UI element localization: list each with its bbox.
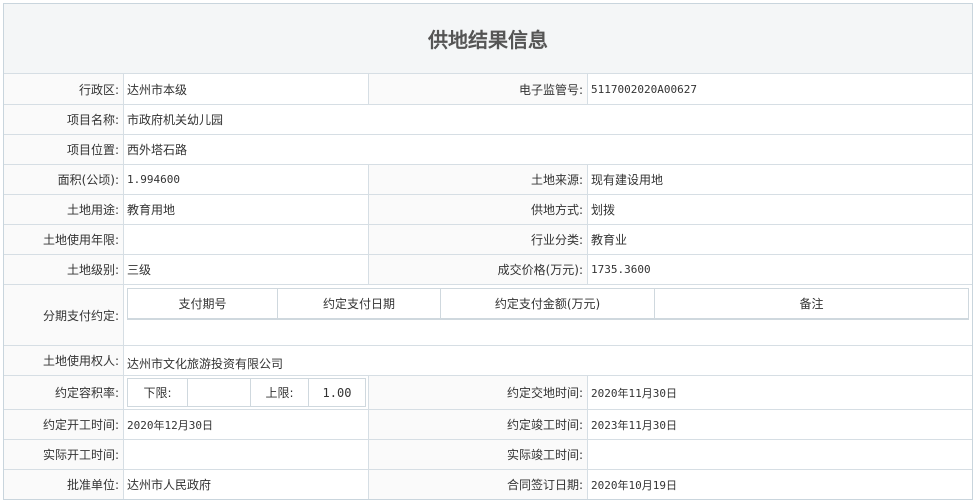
price-value: 1735.3600 (588, 255, 972, 285)
approver-value: 达州市人民政府 (124, 470, 369, 499)
area-value: 1.994600 (124, 165, 369, 195)
installments-table: 支付期号 约定支付日期 约定支付金额(万元) 备注 (127, 288, 969, 320)
contract-date-label: 合同签订日期: (369, 470, 588, 499)
land-source-label: 土地来源: (369, 165, 588, 195)
installments-label: 分期支付约定: (4, 285, 124, 346)
start-date-value: 2020年12月30日 (124, 410, 369, 440)
actual-completion-value (588, 440, 972, 470)
land-grade-label: 土地级别: (4, 255, 124, 285)
use-term-value (124, 225, 369, 255)
plot-ratio-upper-label: 上限: (251, 378, 308, 407)
plot-ratio-cell: 下限: 上限: 1.00 (124, 376, 369, 410)
contract-date-value: 2020年10月19日 (588, 470, 972, 499)
use-term-label: 土地使用年限: (4, 225, 124, 255)
installments-header-date: 约定支付日期 (278, 289, 441, 319)
project-name-label: 项目名称: (4, 105, 124, 135)
area-label: 面积(公顷): (4, 165, 124, 195)
plot-ratio-lower-label: 下限: (127, 378, 187, 407)
holder-value: 达州市文化旅游投资有限公司 (124, 346, 972, 376)
project-location-value: 西外塔石路 (124, 135, 972, 165)
project-location-label: 项目位置: (4, 135, 124, 165)
handover-date-value: 2020年11月30日 (588, 376, 972, 410)
land-source-value: 现有建设用地 (588, 165, 972, 195)
supply-method-value: 划拨 (588, 195, 972, 225)
plot-ratio-upper-value: 1.00 (308, 378, 366, 407)
project-name-value: 市政府机关幼儿园 (124, 105, 972, 135)
plot-ratio-lower-value (187, 378, 251, 407)
land-grade-value: 三级 (124, 255, 369, 285)
supervision-no-value: 5117002020A00627 (588, 74, 972, 105)
actual-completion-label: 实际竣工时间: (369, 440, 588, 470)
handover-date-label: 约定交地时间: (369, 376, 588, 410)
page-title: 供地结果信息 (4, 4, 972, 74)
approver-label: 批准单位: (4, 470, 124, 499)
industry-label: 行业分类: (369, 225, 588, 255)
installments-header-amount: 约定支付金额(万元) (441, 289, 655, 319)
supply-method-label: 供地方式: (369, 195, 588, 225)
land-supply-result-sheet: 供地结果信息 行政区: 达州市本级 电子监管号: 5117002020A0062… (3, 3, 973, 500)
holder-label: 土地使用权人: (4, 346, 124, 376)
price-label: 成交价格(万元): (369, 255, 588, 285)
actual-start-value (124, 440, 369, 470)
completion-date-value: 2023年11月30日 (588, 410, 972, 440)
actual-start-label: 实际开工时间: (4, 440, 124, 470)
supervision-no-label: 电子监管号: (369, 74, 588, 105)
plot-ratio-label: 约定容积率: (4, 376, 124, 410)
district-label: 行政区: (4, 74, 124, 105)
district-value: 达州市本级 (124, 74, 369, 105)
installments-header-period: 支付期号 (128, 289, 278, 319)
land-use-label: 土地用途: (4, 195, 124, 225)
land-use-value: 教育用地 (124, 195, 369, 225)
installments-cell: 支付期号 约定支付日期 约定支付金额(万元) 备注 (124, 285, 972, 346)
industry-value: 教育业 (588, 225, 972, 255)
start-date-label: 约定开工时间: (4, 410, 124, 440)
completion-date-label: 约定竣工时间: (369, 410, 588, 440)
installments-header-remark: 备注 (655, 289, 968, 319)
